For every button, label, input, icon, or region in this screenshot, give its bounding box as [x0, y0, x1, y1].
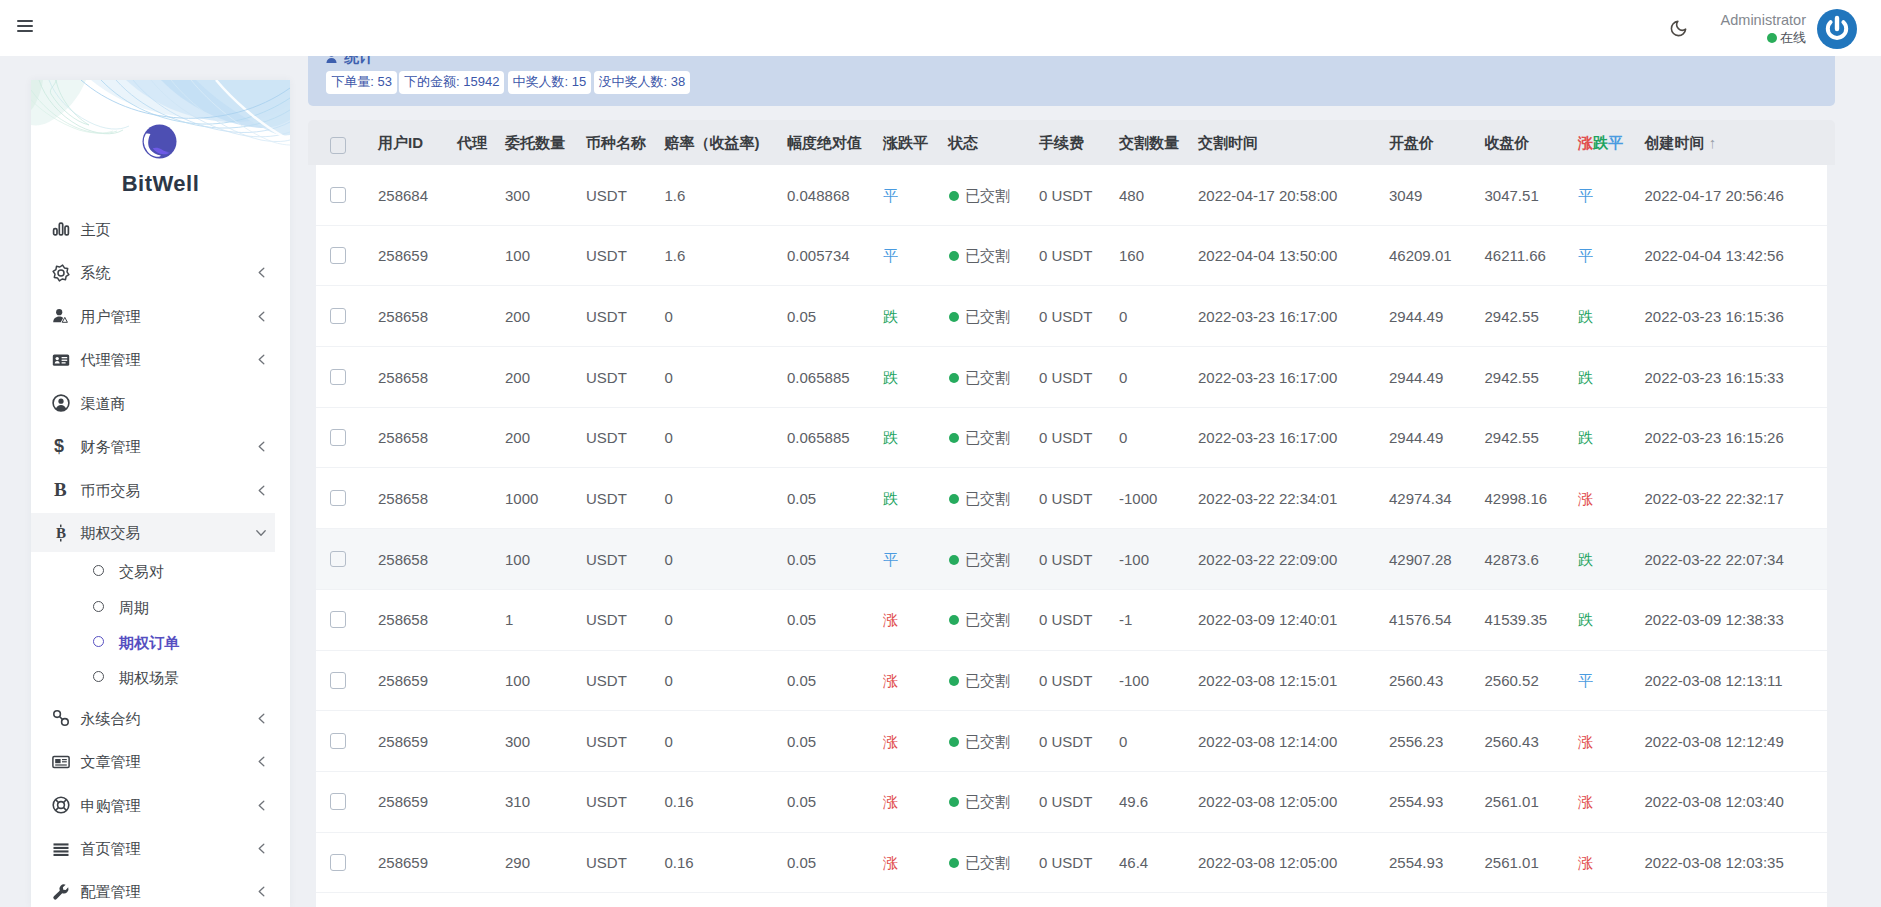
svg-text:B: B: [56, 525, 66, 541]
